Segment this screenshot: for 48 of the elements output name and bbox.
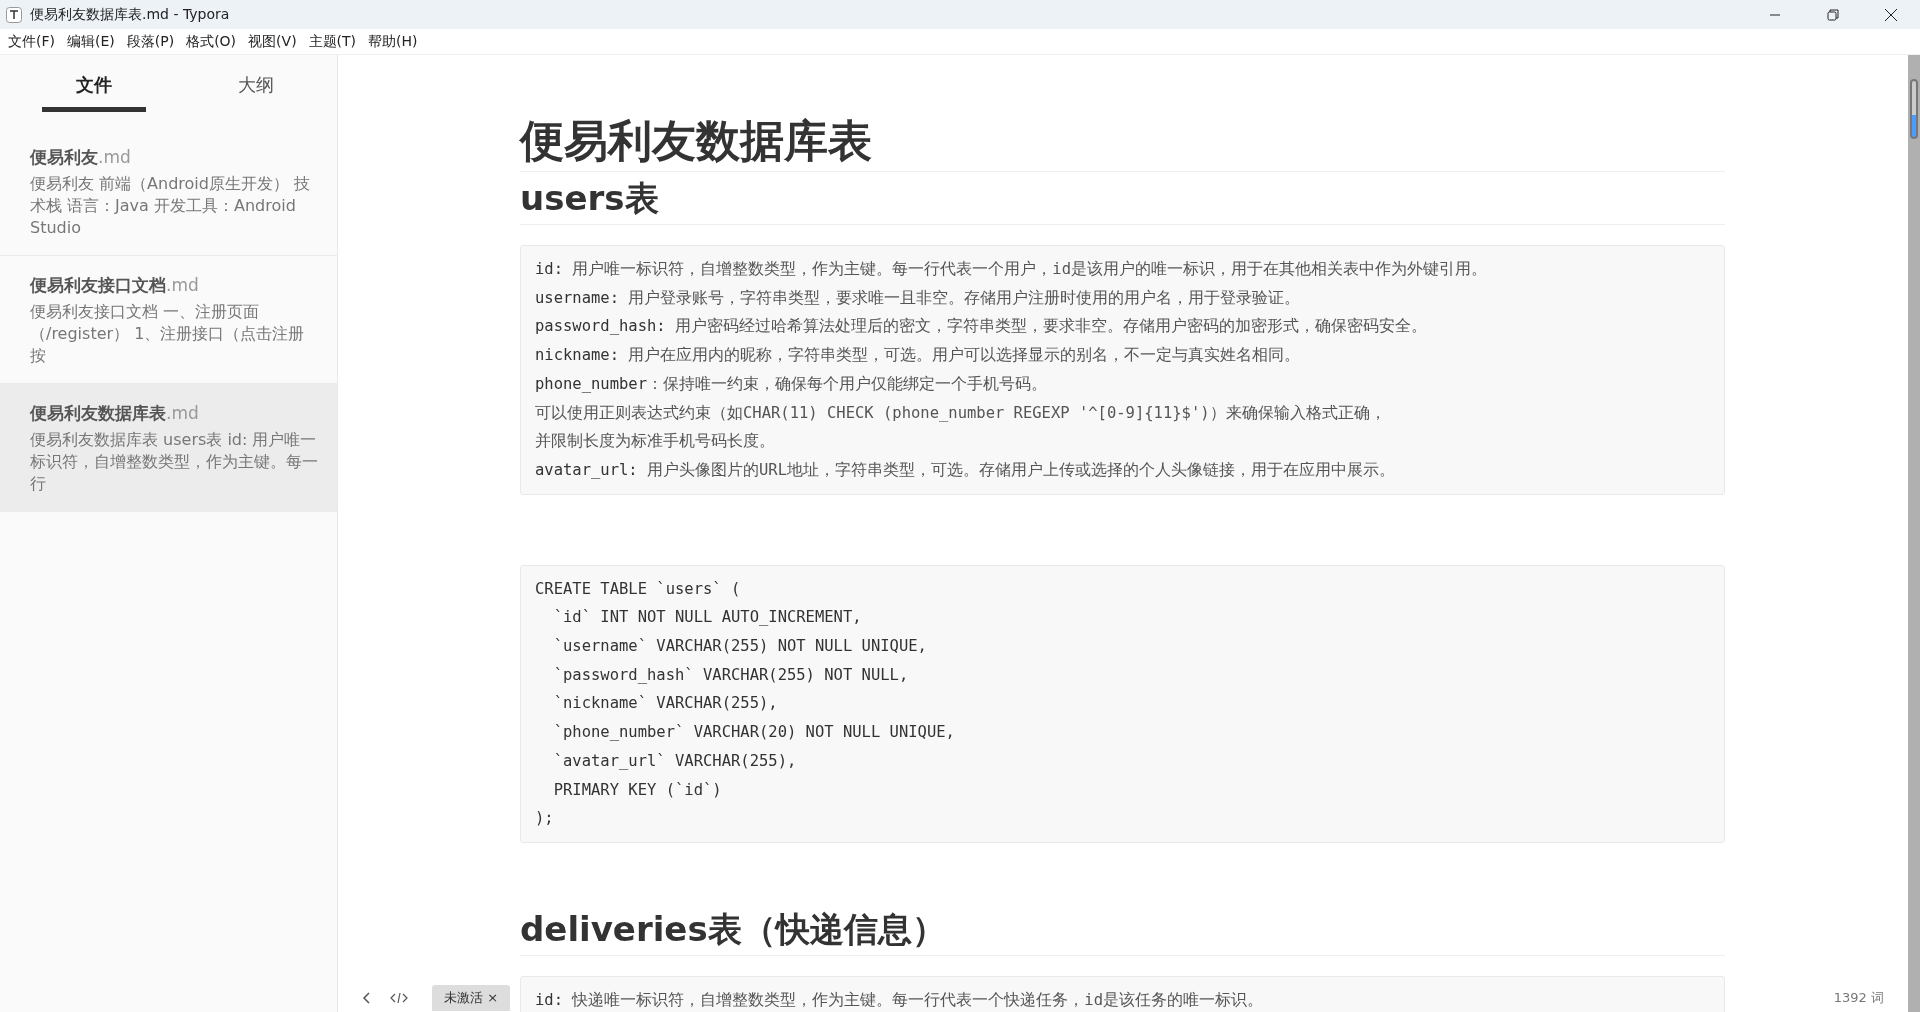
scrollbar[interactable] [1908,55,1920,1012]
file-snippet: 便易利友数据库表 users表 id: 用户唯一标识符，自增整数类型，作为主键。每一行 [30,429,319,495]
menu-item[interactable]: 视图(V) [242,32,303,51]
file-snippet: 便易利友 前端（Android原生开发） 技术栈 语言：Java 开发工具：Android Studio [30,173,312,239]
menu-item[interactable]: 主题(T) [302,32,363,51]
file-name: 便易利友数据库表.md [30,402,200,425]
menu-item[interactable]: 文件(F) [2,32,61,51]
code-line: `password_hash` VARCHAR(255) NOT NULL, [552,664,910,686]
field-description: nickname: 用户在应用内的昵称，字符串类型，可选。用户可以选择显示的别名，不一定与真实姓名相同。 [535,345,1302,367]
code-line: `phone_number` VARCHAR(20) NOT NULL UNIQUE, [552,722,956,744]
section-heading: deliveries表（快递信息） [520,906,1725,956]
chevron-left-icon [362,992,370,1004]
field-description: id: 用户唯一标识符，自增整数类型，作为主键。每一行代表一个用户，id是该用户的唯一标识，用于在其他相关表中作为外键引用。 [535,259,1488,280]
field-description: avatar_url: 用户头像图片的URL地址，字符串类型，可选。存储用户上传或选择的个人头像链接，用于在应用中展示。 [535,459,1396,481]
file-name: 便易利友.md [30,146,132,169]
file-name: 便易利友接口文档.md [30,274,200,297]
section-heading: users表 [520,176,1725,225]
field-description: id: 快递唯一标识符，自增整数类型，作为主键。每一行代表一个快递任务，id是该任务的唯一标识。 [535,989,1264,1011]
word-count: 1392 词 [1833,989,1884,1007]
code-line: ); [535,808,555,830]
scroll-thumb[interactable] [1910,79,1918,139]
code-line: `nickname` VARCHAR(255), [552,693,779,715]
file-item[interactable]: 便易利友.md 便易利友 前端（Android原生开发） 技术栈 语言：Java 开发工具：Android Studio [0,128,337,256]
sidebar-tab[interactable]: 文件 [42,73,146,112]
code-line: `avatar_url` VARCHAR(255), [552,750,798,772]
code-line: `username` VARCHAR(255) NOT NULL UNIQUE, [552,636,928,658]
menu-item[interactable]: 格式(O) [180,32,243,51]
menu-item[interactable]: 帮助(H) [362,32,424,51]
menu-item[interactable]: 编辑(E) [61,32,121,51]
field-description: username: 用户登录账号，字符串类型，要求唯一且非空。存储用户注册时使用的用户名，用于登录验证。 [535,287,1302,309]
document-title: 便易利友数据库表 [520,113,1725,172]
code-line: PRIMARY KEY (`id`) [552,779,723,801]
code-icon [390,992,408,1004]
field-description: password_hash: 用户密码经过哈希算法处理后的密文，字符串类型，要求非空。存储用户密码的加密形式，确保密码安全。 [535,316,1428,338]
file-snippet: 便易利友接口文档 一、注册页面（/register） 1、注册接口（点击注册按 [30,301,306,367]
field-description: phone_number：保持唯一约束，确保每个用户仅能绑定一个手机号码。 [535,373,1048,395]
menu-item[interactable]: 段落(P) [120,32,181,51]
window-title: 便易利友数据库表.md - Typora [30,5,231,24]
field-description: 并限制长度为标准手机号码长度。 [535,431,776,453]
restore-icon [1827,8,1839,21]
app-icon [6,6,22,23]
close-icon [1884,7,1898,22]
field-description: 可以使用正则表达式约束（如CHAR(11) CHECK (phone_number REGEXP '^[0-9]{11}$')）来确保输入格式正确， [535,402,1387,424]
code-line: CREATE TABLE `users` ( [535,578,742,600]
file-item[interactable]: 便易利友数据库表.md 便易利友数据库表 users表 id: 用户唯一标识符，自增整数类型，作为主键。每一行 [0,384,337,512]
activation-badge[interactable]: 未激活 × [432,985,511,1011]
sidebar-tab[interactable]: 大纲 [204,73,308,112]
code-line: `id` INT NOT NULL AUTO_INCREMENT, [552,607,863,629]
